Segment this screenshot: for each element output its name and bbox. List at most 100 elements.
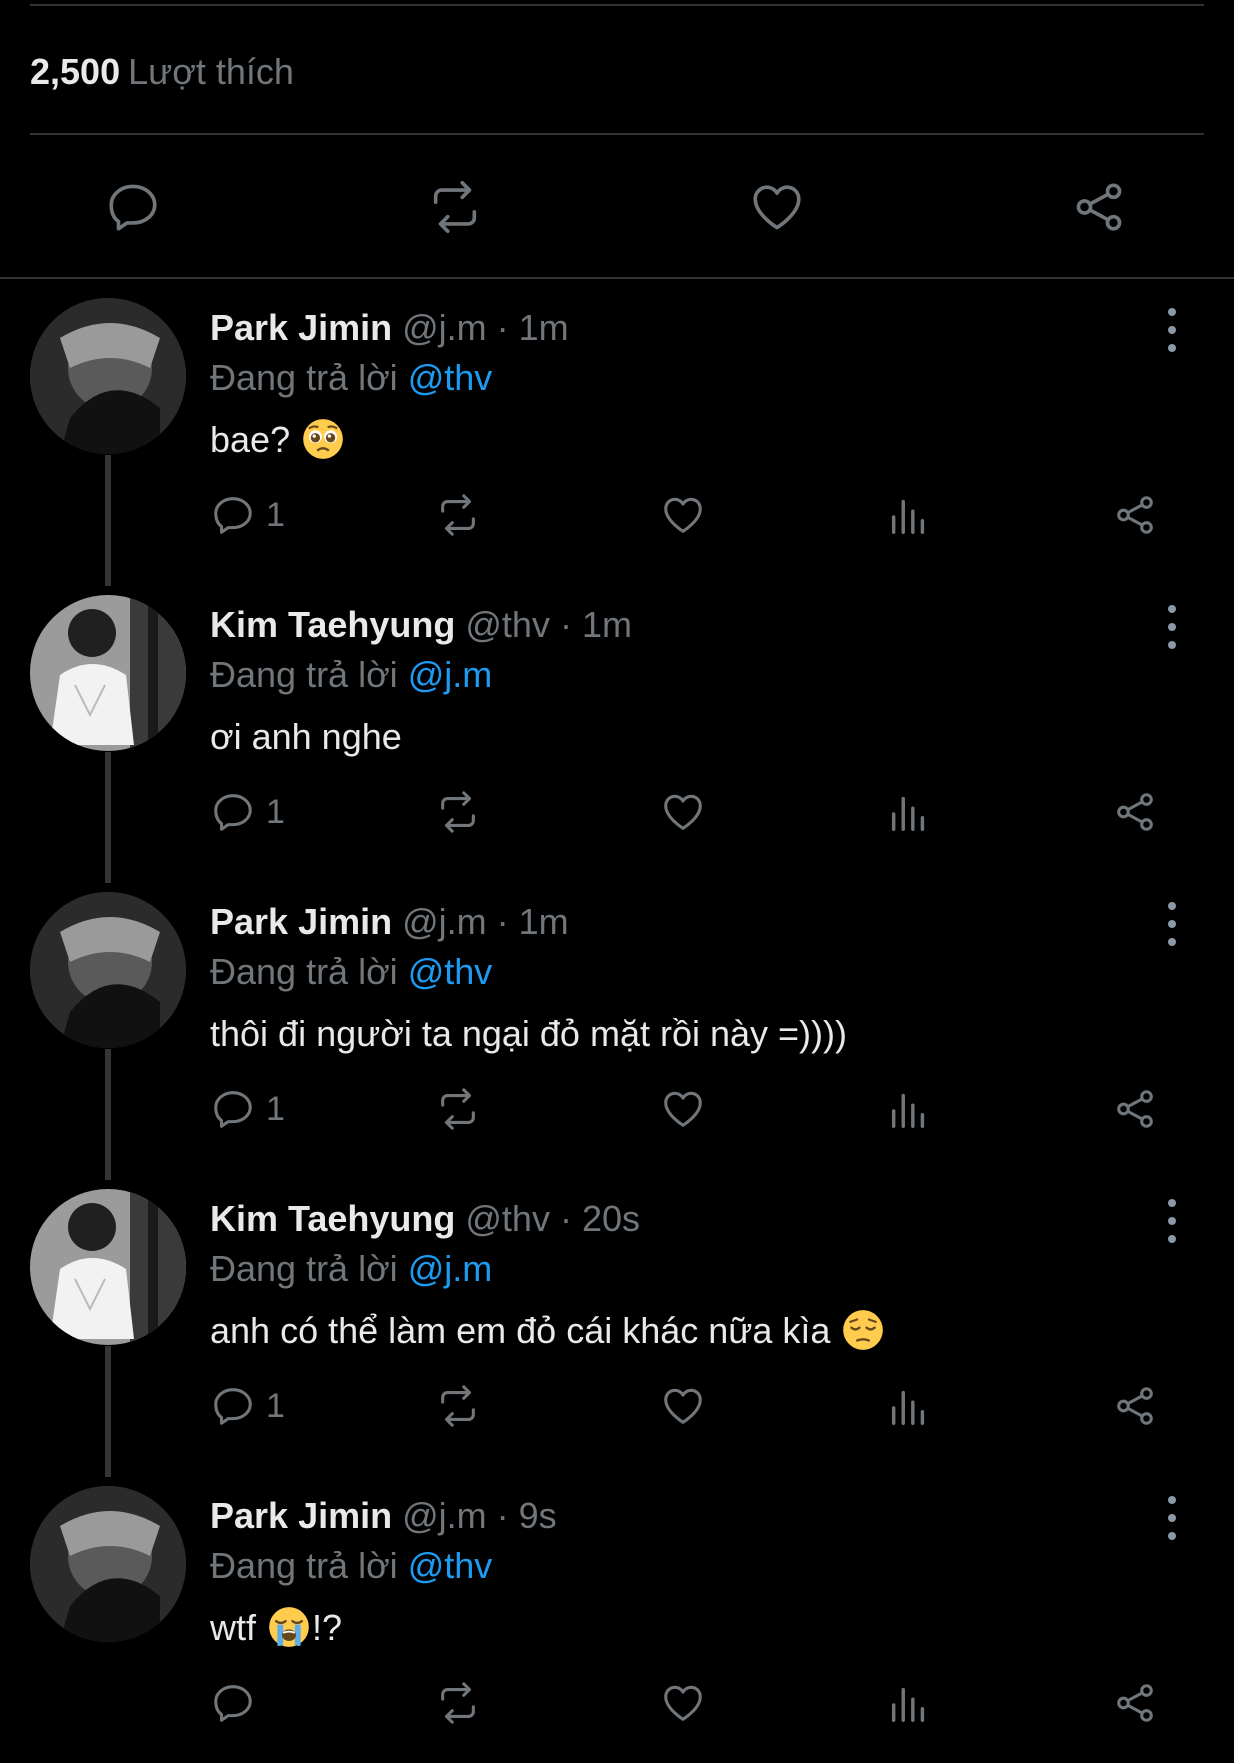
heart-icon (664, 1091, 702, 1127)
reply-button[interactable]: 1 (210, 1379, 285, 1433)
avatar[interactable] (30, 1486, 186, 1642)
reply-text: anh có thể làm em đỏ cái khác nữa kìa (210, 1307, 886, 1355)
share-button[interactable] (1112, 1676, 1158, 1730)
user-handle[interactable]: @thv (465, 604, 550, 645)
likes-divider (30, 133, 1204, 135)
replying-to: Đang trả lời @thv (210, 354, 492, 402)
reply-count: 1 (266, 792, 285, 831)
reply-action-bar (210, 1676, 1170, 1730)
share-icon (1117, 1387, 1153, 1425)
like-button[interactable] (660, 785, 706, 839)
reply-button[interactable] (210, 1676, 266, 1730)
avatar[interactable] (30, 1189, 186, 1345)
reply-count: 1 (266, 1386, 285, 1425)
retweet-button[interactable] (435, 1379, 481, 1433)
avatar[interactable] (30, 595, 186, 751)
reply-button[interactable]: 1 (210, 1082, 285, 1136)
share-icon (1117, 1090, 1153, 1128)
views-button[interactable] (886, 1379, 932, 1433)
share-button[interactable] (1112, 785, 1158, 839)
display-name[interactable]: Kim Taehyung (210, 604, 455, 645)
retweet-icon (441, 494, 475, 536)
share-icon (1076, 183, 1122, 231)
more-options-button[interactable] (1152, 1193, 1192, 1249)
retweet-button[interactable] (418, 170, 492, 244)
timestamp[interactable]: · 1m (560, 604, 632, 645)
retweet-button[interactable] (435, 1082, 481, 1136)
views-button[interactable] (886, 488, 932, 542)
avatar[interactable] (30, 892, 186, 1048)
reply-button[interactable]: 1 (210, 488, 285, 542)
reply-count: 1 (266, 495, 285, 534)
like-button[interactable] (660, 1676, 706, 1730)
timestamp[interactable]: · 9s (497, 1495, 557, 1536)
display-name[interactable]: Park Jimin (210, 901, 392, 942)
likes-summary[interactable]: 2,500 Lượt thích (30, 48, 294, 96)
reply-tweet[interactable]: Park Jimin @j.m · 1m Đang trả lời @thv b… (0, 278, 1234, 575)
views-button[interactable] (886, 785, 932, 839)
user-handle[interactable]: @thv (465, 1198, 550, 1239)
reply-text-content: thôi đi người ta ngại đỏ mặt rồi này =))… (210, 1013, 847, 1054)
timestamp[interactable]: · 20s (560, 1198, 640, 1239)
retweet-icon (433, 181, 477, 233)
share-button[interactable] (1062, 170, 1136, 244)
more-icon (1168, 605, 1176, 613)
like-button[interactable] (660, 1379, 706, 1433)
mention-link[interactable]: @thv (408, 1545, 493, 1586)
reply-button[interactable]: 1 (210, 785, 285, 839)
like-button[interactable] (660, 1082, 706, 1136)
views-button[interactable] (886, 1082, 932, 1136)
display-name[interactable]: Park Jimin (210, 1495, 392, 1536)
reply-text-content: anh có thể làm em đỏ cái khác nữa kìa (210, 1310, 831, 1351)
replying-to: Đang trả lời @thv (210, 1542, 492, 1590)
heart-icon (664, 497, 702, 533)
views-button[interactable] (886, 1676, 932, 1730)
user-handle[interactable]: @j.m (402, 1495, 487, 1536)
share-button[interactable] (1112, 1082, 1158, 1136)
analytics-icon (891, 1687, 925, 1722)
timestamp[interactable]: · 1m (497, 901, 569, 942)
retweet-icon (441, 1385, 475, 1427)
retweet-button[interactable] (435, 785, 481, 839)
top-divider (30, 4, 1204, 6)
pleading-face-emoji (303, 419, 343, 459)
heart-icon (664, 794, 702, 830)
heart-icon (664, 1388, 702, 1424)
replying-prefix: Đang trả lời (210, 951, 398, 992)
display-name[interactable]: Park Jimin (210, 307, 392, 348)
share-button[interactable] (1112, 1379, 1158, 1433)
more-options-button[interactable] (1152, 896, 1192, 952)
mention-link[interactable]: @j.m (408, 654, 493, 695)
reply-text-content: ơi anh nghe (210, 716, 402, 757)
retweet-button[interactable] (435, 1676, 481, 1730)
more-options-button[interactable] (1152, 599, 1192, 655)
like-button[interactable] (660, 488, 706, 542)
reply-button[interactable] (96, 170, 170, 244)
more-options-button[interactable] (1152, 1490, 1192, 1546)
mention-link[interactable]: @thv (408, 357, 493, 398)
reply-tweet[interactable]: Kim Taehyung @thv · 20s Đang trả lời @j.… (0, 1169, 1234, 1466)
timestamp[interactable]: · 1m (497, 307, 569, 348)
reply-tweet[interactable]: Park Jimin @j.m · 9s Đang trả lời @thv w… (0, 1466, 1234, 1763)
replying-to: Đang trả lời @j.m (210, 651, 492, 699)
user-handle[interactable]: @j.m (402, 901, 487, 942)
reply-icon (109, 184, 157, 231)
retweet-icon (441, 791, 475, 833)
display-name[interactable]: Kim Taehyung (210, 1198, 455, 1239)
reply-tweet[interactable]: Park Jimin @j.m · 1m Đang trả lời @thv t… (0, 872, 1234, 1169)
retweet-icon (441, 1682, 475, 1724)
reply-tweet[interactable]: Kim Taehyung @thv · 1m Đang trả lời @j.m… (0, 575, 1234, 872)
share-button[interactable] (1112, 488, 1158, 542)
retweet-button[interactable] (435, 488, 481, 542)
more-icon (1168, 1199, 1176, 1207)
user-handle[interactable]: @j.m (402, 307, 487, 348)
reply-icon (214, 1685, 252, 1722)
mention-link[interactable]: @j.m (408, 1248, 493, 1289)
more-options-button[interactable] (1152, 302, 1192, 358)
like-button[interactable] (740, 170, 814, 244)
avatar[interactable] (30, 298, 186, 454)
analytics-icon (891, 1390, 925, 1425)
replying-prefix: Đang trả lời (210, 1248, 398, 1289)
reply-text: ơi anh nghe (210, 713, 402, 761)
mention-link[interactable]: @thv (408, 951, 493, 992)
